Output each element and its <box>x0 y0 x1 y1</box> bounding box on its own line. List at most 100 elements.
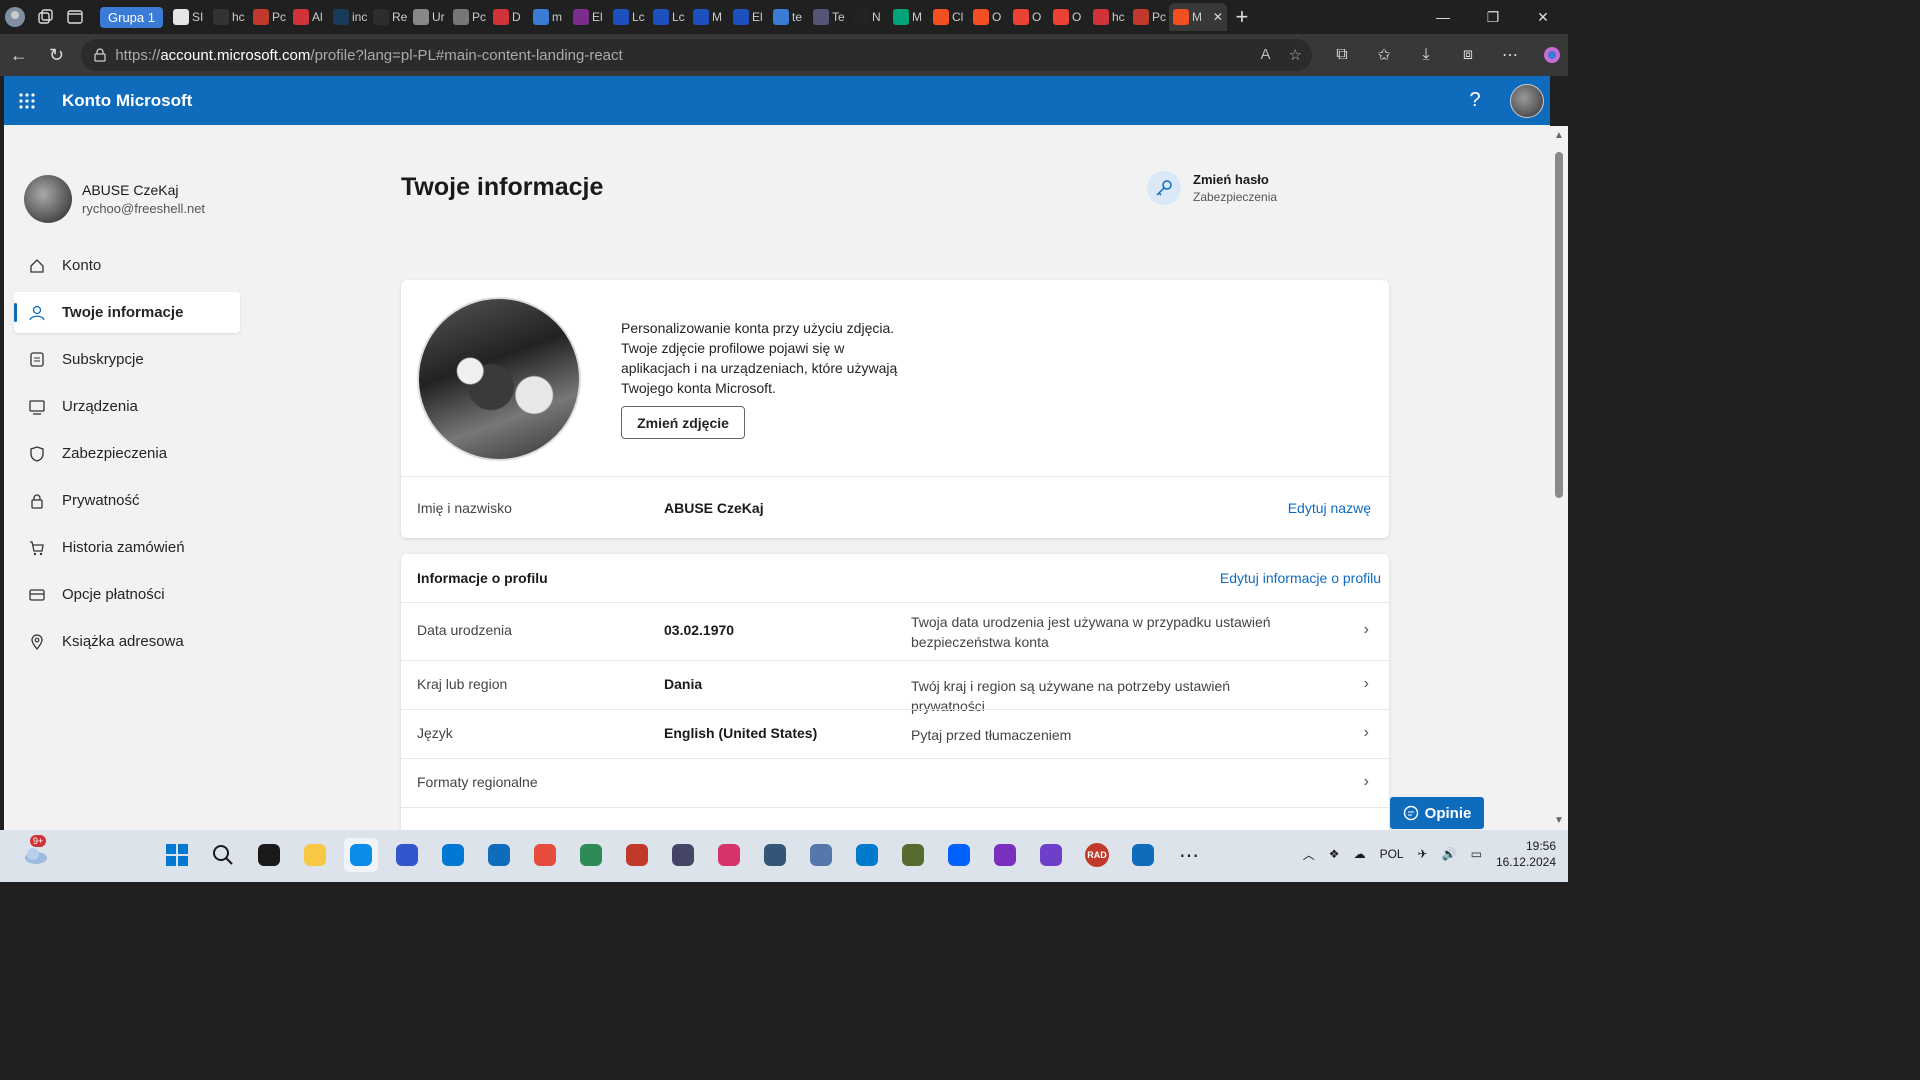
browser-tab[interactable]: Re <box>369 3 409 31</box>
browser-tab[interactable]: Al <box>289 3 329 31</box>
red-app-icon[interactable] <box>620 838 654 872</box>
onedrive-tray-icon[interactable]: ☁ <box>1354 847 1366 861</box>
address-bar[interactable]: https://account.microsoft.com/profile?la… <box>81 39 1313 71</box>
save-icon[interactable] <box>390 838 424 872</box>
browser-tab[interactable]: M <box>689 3 729 31</box>
tray-chevron-icon[interactable]: ︿ <box>1303 846 1315 863</box>
brand-title[interactable]: Konto Microsoft <box>62 91 192 111</box>
sidebar-item-2[interactable]: Subskrypcje <box>14 339 240 380</box>
browser-tab[interactable]: D <box>489 3 529 31</box>
sidebar-item-3[interactable]: Urządzenia <box>14 386 240 427</box>
browser-tab[interactable]: Pc <box>1129 3 1169 31</box>
more-options-icon[interactable]: ⋯ <box>1494 39 1526 71</box>
split-screen-icon[interactable]: ⧈ <box>1452 39 1484 71</box>
green-app-icon[interactable] <box>574 838 608 872</box>
feedback-button[interactable]: Opinie <box>1390 797 1484 829</box>
restore-button[interactable]: ❐ <box>1468 9 1518 26</box>
browser-tab[interactable]: Lc <box>609 3 649 31</box>
scroll-down-icon[interactable]: ▼ <box>1554 815 1564 826</box>
downloads-icon[interactable]: ⤓ <box>1410 39 1442 71</box>
store-icon[interactable] <box>436 838 470 872</box>
sidebar-item-6[interactable]: Historia zamówień <box>14 527 240 568</box>
header-avatar[interactable] <box>1510 83 1544 118</box>
tab-group-chip[interactable]: Grupa 1 <box>100 6 163 28</box>
read-aloud-icon[interactable]: A <box>1261 46 1271 64</box>
rad-app-icon[interactable]: RAD <box>1080 838 1114 872</box>
close-window-button[interactable]: ✕ <box>1518 9 1568 26</box>
tool-app-icon[interactable] <box>896 838 930 872</box>
more-icon[interactable]: ⋯ <box>1172 838 1206 872</box>
box-app-icon[interactable] <box>666 838 700 872</box>
volume-icon[interactable]: 🔊 <box>1442 847 1457 861</box>
scroll-up-icon[interactable]: ▲ <box>1554 130 1564 141</box>
taskview-icon[interactable] <box>252 838 286 872</box>
network-app-icon[interactable] <box>758 838 792 872</box>
minimize-button[interactable]: — <box>1418 9 1468 26</box>
sidebar-item-7[interactable]: Opcje płatności <box>14 574 240 615</box>
scrollbar-thumb[interactable] <box>1555 152 1563 498</box>
github-icon[interactable] <box>1034 838 1068 872</box>
clock[interactable]: 19:56 16.12.2024 <box>1496 838 1556 870</box>
sidebar-item-5[interactable]: Prywatność <box>14 480 240 521</box>
dropbox-icon[interactable] <box>942 838 976 872</box>
browser-tab[interactable]: m <box>529 3 569 31</box>
profile-row[interactable]: Data urodzenia 03.02.1970 Twoja data urodz… <box>401 602 1389 660</box>
change-photo-button[interactable]: Zmień zdjęcie <box>621 406 745 439</box>
browser-tab[interactable]: O <box>1049 3 1089 31</box>
browser-tab[interactable]: inc <box>329 3 369 31</box>
browser-tab[interactable]: M <box>889 3 929 31</box>
profile-row[interactable]: Język English (United States) Pytaj przed … <box>401 709 1389 758</box>
sidebar-item-8[interactable]: Książka adresowa <box>14 621 240 662</box>
copilot-icon[interactable] <box>1536 39 1568 71</box>
browser-tab[interactable]: O <box>969 3 1009 31</box>
vscode-icon[interactable] <box>850 838 884 872</box>
workspaces-icon[interactable] <box>30 2 60 32</box>
outlook-icon[interactable] <box>482 838 516 872</box>
network-icon[interactable]: ✈ <box>1418 847 1428 861</box>
colorful-app-icon[interactable] <box>528 838 562 872</box>
favorites-icon[interactable]: ✩ <box>1368 39 1400 71</box>
browser-tab[interactable]: N <box>849 3 889 31</box>
change-password-link[interactable]: Zmień hasło Zabezpieczenia <box>1147 171 1277 205</box>
browser-tab[interactable]: te <box>769 3 809 31</box>
dropbox-tray-icon[interactable]: ❖ <box>1329 847 1340 861</box>
browser-tab[interactable]: Pc <box>249 3 289 31</box>
edit-name-link[interactable]: Edytuj nazwę <box>1288 500 1371 516</box>
start-icon[interactable] <box>160 838 194 872</box>
tab-actions-icon[interactable] <box>60 2 90 32</box>
app-launcher-icon[interactable] <box>4 92 50 109</box>
profile-row[interactable]: Formaty regionalne › <box>401 758 1389 807</box>
search-icon[interactable] <box>206 838 240 872</box>
sidebar-item-0[interactable]: Konto <box>14 245 240 286</box>
refresh-button[interactable]: ↻ <box>38 39 76 71</box>
sidebar-item-1[interactable]: Twoje informacje <box>14 292 240 333</box>
profile-avatar-icon[interactable] <box>0 2 30 32</box>
close-tab-icon[interactable]: ✕ <box>1213 10 1223 24</box>
favorite-star-icon[interactable]: ☆ <box>1289 46 1302 64</box>
browser-tab[interactable]: hc <box>1089 3 1129 31</box>
browser-tab[interactable]: hc <box>209 3 249 31</box>
chevron-right-icon[interactable]: › <box>1364 724 1369 742</box>
file-explorer-icon[interactable] <box>298 838 332 872</box>
browser-tab[interactable]: Lc <box>649 3 689 31</box>
browser-tab[interactable]: Cl <box>929 3 969 31</box>
purple-app-icon[interactable] <box>988 838 1022 872</box>
browser-tab[interactable]: El <box>729 3 769 31</box>
back-button[interactable]: ← <box>0 39 38 71</box>
browser-tab[interactable]: O <box>1009 3 1049 31</box>
chevron-right-icon[interactable]: › <box>1364 675 1369 693</box>
browser-tab[interactable]: Ur <box>409 3 449 31</box>
profile-row[interactable]: Kraj lub region Dania Twój kraj i region s… <box>401 660 1389 714</box>
page-scrollbar[interactable]: ▲ ▼ <box>1550 126 1568 830</box>
sidebar-item-4[interactable]: Zabezpieczenia <box>14 433 240 474</box>
help-icon[interactable]: ? <box>1458 89 1492 112</box>
defender-icon[interactable] <box>1126 838 1160 872</box>
browser-tab[interactable]: El <box>569 3 609 31</box>
language-indicator[interactable]: POL <box>1380 847 1404 861</box>
browser-tab[interactable]: Te <box>809 3 849 31</box>
browser-tab[interactable]: SI <box>169 3 209 31</box>
new-tab-button[interactable]: + <box>1227 4 1257 30</box>
browser-tab[interactable]: Pc <box>449 3 489 31</box>
chevron-right-icon[interactable]: › <box>1364 621 1369 639</box>
pink-app-icon[interactable] <box>712 838 746 872</box>
